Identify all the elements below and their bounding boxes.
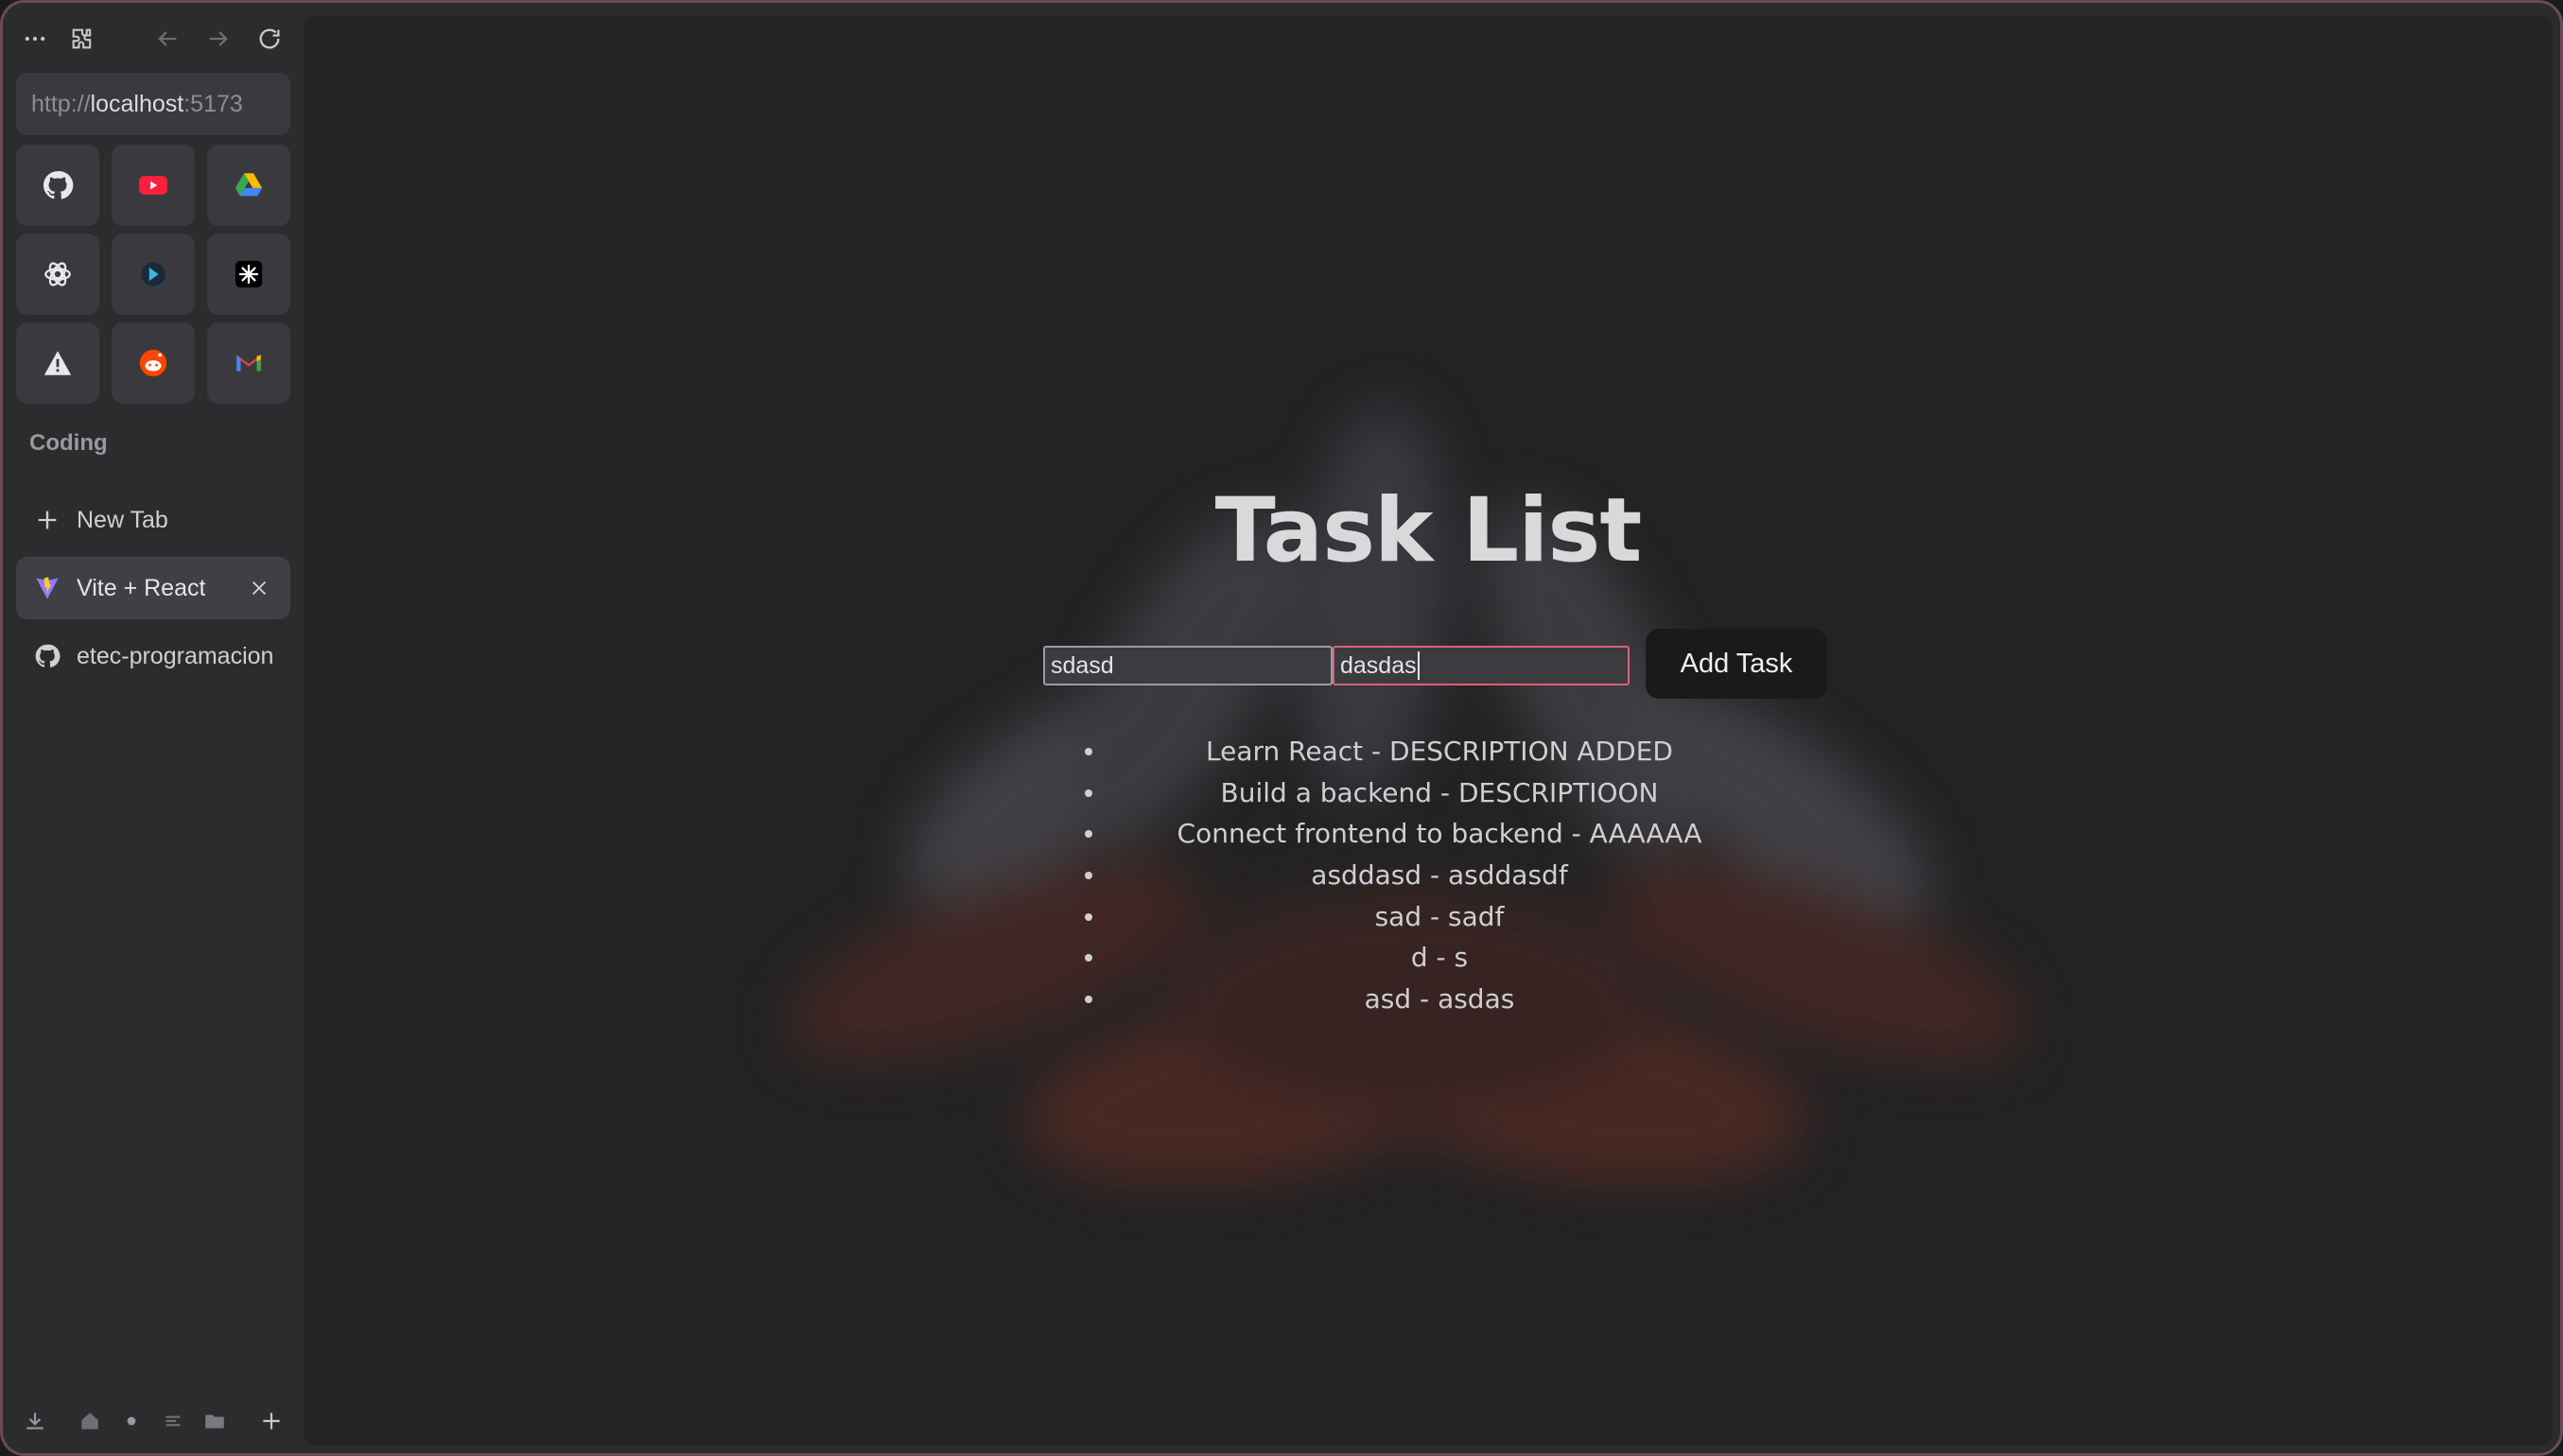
browser-sidebar: http://localhost:5173 Coding New Tab Vi… — [3, 3, 302, 1453]
reddit-icon — [139, 349, 167, 377]
pinned-chatgpt[interactable] — [16, 234, 99, 315]
new-tab-label: New Tab — [77, 506, 168, 533]
task-text: asddasd - asddasdf — [1311, 859, 1568, 892]
task-text: Connect frontend to backend - AAAAAA — [1177, 818, 1702, 850]
github-icon — [43, 171, 74, 199]
pinned-github[interactable] — [16, 145, 99, 226]
add-workspace-icon[interactable] — [253, 1402, 290, 1440]
reload-icon[interactable] — [251, 20, 288, 58]
chatgpt-icon — [44, 262, 71, 286]
pinned-gmail[interactable] — [207, 322, 290, 404]
pinned-reddit[interactable] — [112, 322, 195, 404]
task-description-input[interactable]: dasdas — [1333, 646, 1630, 685]
back-arrow-icon[interactable] — [148, 20, 186, 58]
pinned-google-drive[interactable] — [207, 145, 290, 226]
web-page-viewport: Task List sdasd dasdas Add Task Learn Re… — [304, 16, 2553, 1446]
task-description-value: dasdas — [1340, 651, 1417, 679]
list-item: asddasd - asddasdf — [304, 855, 2553, 896]
sidebar-footer — [16, 1402, 290, 1440]
vite-icon — [33, 574, 61, 602]
pinned-youtube[interactable] — [112, 145, 195, 226]
extensions-icon[interactable] — [63, 20, 101, 58]
warning-icon — [44, 351, 72, 375]
pinned-perplexity[interactable] — [112, 234, 195, 315]
workspace-dot-icon[interactable] — [113, 1402, 150, 1440]
list-item: asd - asdas — [304, 979, 2553, 1020]
downloads-icon[interactable] — [16, 1402, 54, 1440]
workspace-folder-icon[interactable] — [196, 1402, 234, 1440]
browser-window: http://localhost:5173 Coding New Tab Vi… — [0, 0, 2563, 1456]
tab-vite-react[interactable]: Vite + React — [16, 557, 290, 619]
pinned-warning[interactable] — [16, 322, 99, 404]
task-text: asd - asdas — [1364, 983, 1515, 1015]
task-text: d - s — [1410, 942, 1469, 974]
pinned-claude[interactable] — [207, 234, 290, 315]
tab-label: Vite + React — [77, 574, 206, 601]
url-port: :5173 — [183, 90, 243, 117]
list-item: Build a backend - DESCRIPTIOON — [304, 772, 2553, 814]
more-menu-icon[interactable] — [16, 20, 54, 58]
add-task-button[interactable]: Add Task — [1646, 629, 1827, 699]
tab-section-label: Coding — [29, 430, 108, 456]
url-bar[interactable]: http://localhost:5173 — [16, 73, 290, 135]
task-text: sad - sadf — [1374, 900, 1505, 932]
list-item: Connect frontend to backend - AAAAAA — [304, 813, 2553, 855]
list-item: Learn React - DESCRIPTION ADDED — [304, 731, 2553, 772]
perplexity-icon — [141, 262, 166, 286]
list-item: d - s — [304, 937, 2553, 979]
url-scheme: http:// — [31, 90, 91, 117]
forward-arrow-icon[interactable] — [200, 20, 237, 58]
tab-label: etec-programacion — [77, 642, 274, 669]
task-title-input[interactable]: sdasd — [1043, 646, 1333, 685]
list-item: sad - sadf — [304, 896, 2553, 938]
page-title: Task List — [1214, 479, 1643, 582]
text-caret — [1417, 651, 1420, 680]
task-title-value: sdasd — [1051, 651, 1114, 679]
task-list: Learn React - DESCRIPTION ADDED Build a … — [304, 731, 2553, 1020]
tab-etec-programacion[interactable]: etec-programacion — [16, 625, 290, 687]
close-icon[interactable] — [245, 574, 273, 602]
workspace-code-icon[interactable] — [154, 1402, 192, 1440]
gmail-icon — [236, 355, 261, 372]
github-icon — [33, 642, 61, 670]
task-text: Build a backend - DESCRIPTIOON — [1220, 776, 1659, 808]
sidebar-toolbar — [16, 20, 292, 60]
workspace-home-icon[interactable] — [71, 1402, 109, 1440]
new-tab-button[interactable]: New Tab — [16, 489, 290, 551]
task-text: Learn React - DESCRIPTION ADDED — [1206, 736, 1673, 767]
claude-icon — [235, 260, 263, 288]
plus-icon — [33, 506, 61, 534]
youtube-icon — [139, 176, 167, 195]
google-drive-icon — [235, 173, 263, 197]
url-host: localhost — [90, 90, 184, 117]
